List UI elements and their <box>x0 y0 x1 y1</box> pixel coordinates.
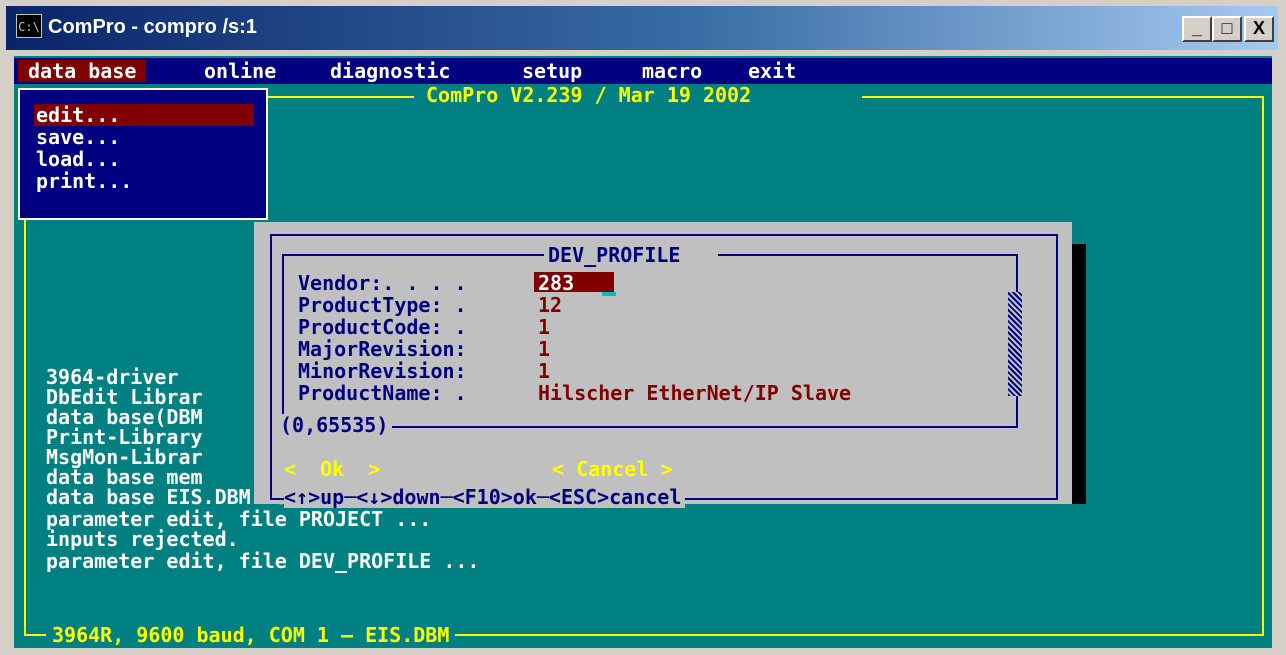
field-value-producttype[interactable]: 12 <box>538 294 562 316</box>
dialog-outer-left <box>270 234 272 500</box>
console-area: data base online diagnostic setup macro … <box>14 56 1272 648</box>
close-button[interactable]: X <box>1244 16 1274 42</box>
menu-item-edit[interactable]: edit... <box>36 104 120 126</box>
frame-top-border-left <box>268 96 414 98</box>
data-base-dropdown: edit... save... load... print... <box>18 88 268 220</box>
console-icon[interactable]: C:\ <box>16 14 42 38</box>
menu-exit[interactable]: exit <box>748 60 796 82</box>
minimize-button[interactable]: _ <box>1182 16 1212 42</box>
menu-bar: data base online diagnostic setup macro … <box>14 58 1272 84</box>
field-value-productcode[interactable]: 1 <box>538 316 550 338</box>
field-box-left <box>282 254 284 426</box>
status-bar: 3964R, 9600 baud, COM 1 — EIS.DBM <box>46 624 456 646</box>
menu-item-print[interactable]: print... <box>36 170 132 192</box>
field-box-top-right <box>718 254 1018 256</box>
field-label-productname: ProductName: . <box>298 381 479 405</box>
dialog-scrollbar[interactable] <box>1008 292 1022 396</box>
field-label-vendor: Vendor:. . . . <box>298 271 479 295</box>
dialog-outer-top <box>270 234 1058 236</box>
field-label-minorrevision: MinorRevision: <box>298 359 479 383</box>
text-cursor <box>602 292 616 296</box>
frame-top-border-right <box>862 96 1264 98</box>
log-line: parameter edit, file DEV_PROFILE ... <box>46 549 480 573</box>
field-label-producttype: ProductType: . <box>298 293 479 317</box>
ok-button[interactable]: < Ok > <box>284 458 380 480</box>
console-window: C:\ ComPro - compro /s:1 _ □ X data base… <box>0 0 1286 655</box>
title-bar[interactable]: C:\ ComPro - compro /s:1 _ □ X <box>6 6 1278 50</box>
field-label-productcode: ProductCode: . <box>298 315 479 339</box>
menu-item-save[interactable]: save... <box>36 126 120 148</box>
version-banner: ComPro V2.239 / Mar 19 2002 <box>426 83 752 107</box>
field-value-majorrevision[interactable]: 1 <box>538 338 550 360</box>
menu-data-base[interactable]: data base <box>18 60 147 82</box>
maximize-button[interactable]: □ <box>1212 16 1242 42</box>
field-value-minorrevision[interactable]: 1 <box>538 360 550 382</box>
menu-setup[interactable]: setup <box>522 60 582 82</box>
window-title: ComPro - compro /s:1 <box>48 16 257 38</box>
range-hint: (0,65535) <box>280 413 389 437</box>
field-box-bottom <box>392 426 1018 428</box>
menu-item-load[interactable]: load... <box>36 148 120 170</box>
field-box-top-left <box>282 254 544 256</box>
dialog-title: DEV_PROFILE <box>548 243 681 267</box>
key-hints: <↑>up─<↓>down─<F10>ok─<ESC>cancel <box>284 486 686 508</box>
menu-diagnostic[interactable]: diagnostic <box>330 60 450 82</box>
dialog-outer-right <box>1056 234 1058 500</box>
field-label-majorrevision: MajorRevision: <box>298 337 479 361</box>
log-line: inputs rejected. <box>46 527 239 551</box>
field-value-vendor[interactable]: 283 <box>538 272 574 294</box>
cancel-button[interactable]: < Cancel > <box>552 458 672 480</box>
field-value-productname[interactable]: Hilscher EtherNet/IP Slave <box>538 382 851 404</box>
menu-macro[interactable]: macro <box>642 60 702 82</box>
menu-online[interactable]: online <box>204 60 276 82</box>
frame-right-border <box>1262 96 1264 636</box>
